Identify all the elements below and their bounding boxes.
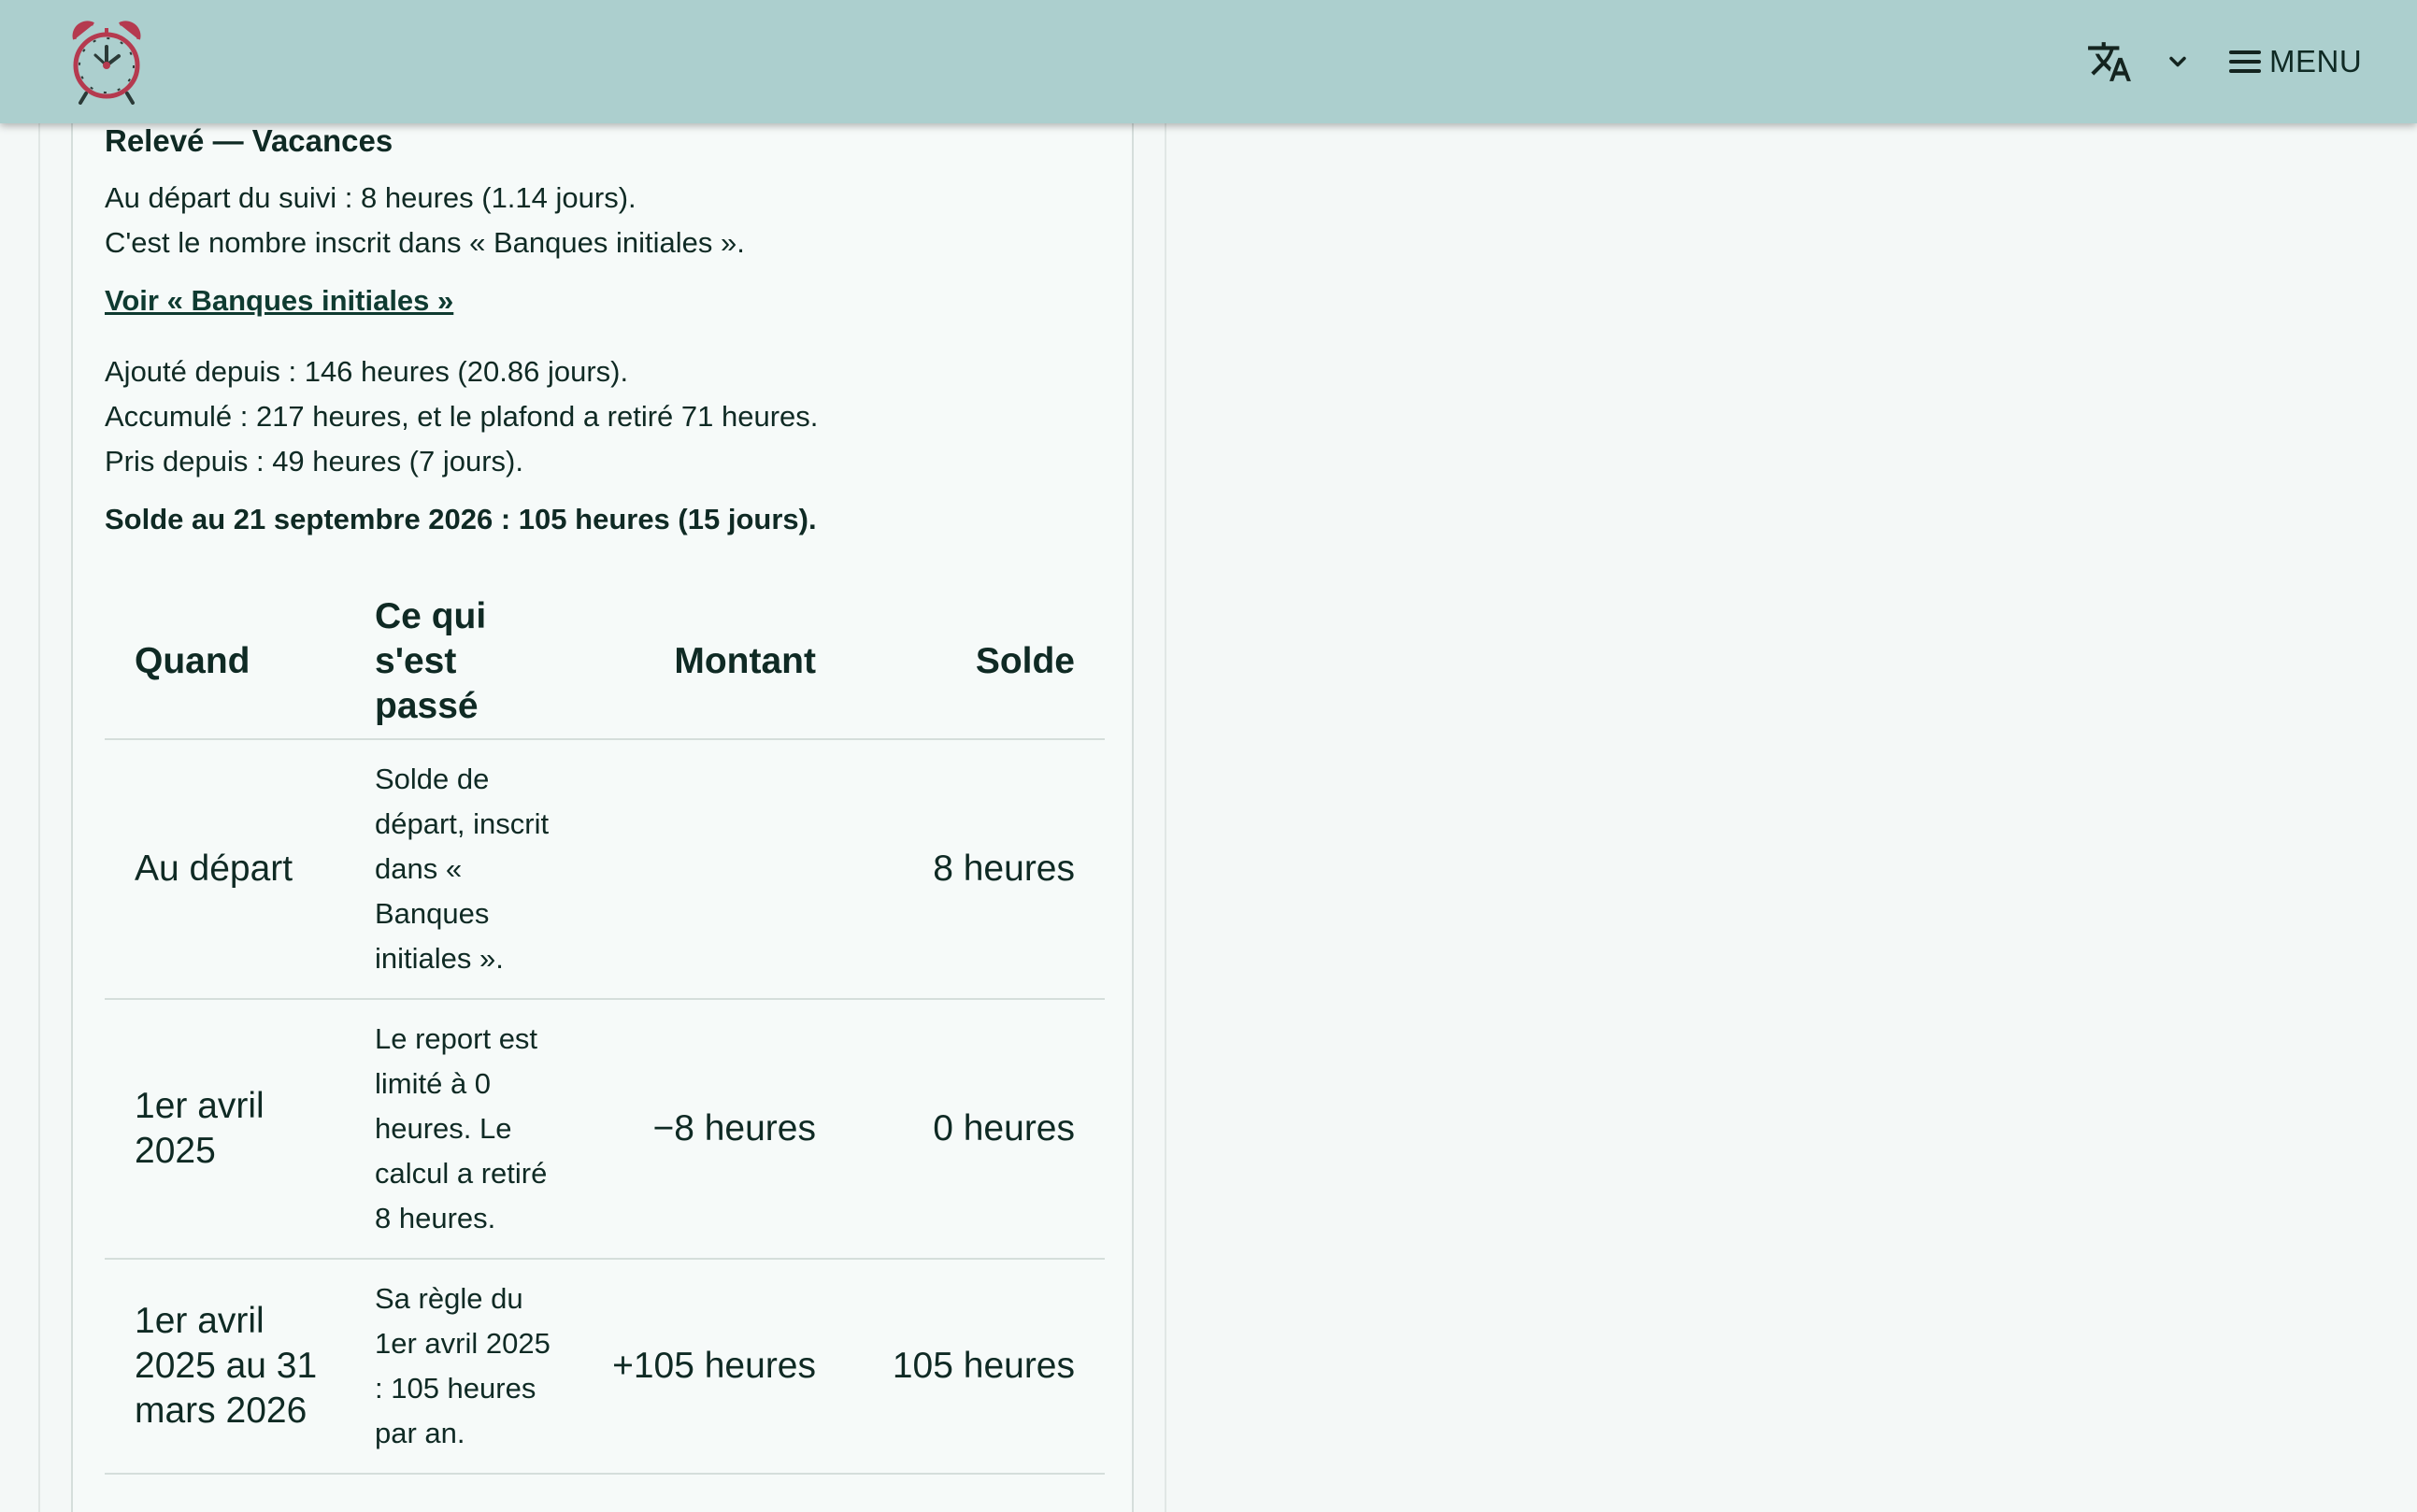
- menu-label: MENU: [2269, 44, 2363, 78]
- table-row: 1er avril 2025 au 31 mars 2026 Sa règle …: [105, 1259, 1105, 1475]
- table-header-row: Quand Ce qui s'est passé Montant Solde: [105, 576, 1105, 740]
- cell-amount: −8 heures: [551, 999, 846, 1260]
- table-row: 1er avril 2025 Le report est limité à 0 …: [105, 999, 1105, 1260]
- cell-when: 1er avril 2025: [105, 999, 375, 1260]
- cell-balance: 8 heures: [846, 739, 1105, 1000]
- start-line: Au départ du suivi : 8 heures (1.14 jour…: [105, 181, 636, 214]
- column-header-balance: Solde: [846, 576, 1105, 740]
- cell-amount: +105 heures: [551, 1259, 846, 1475]
- cell-what: Le report est limité à 0 heures. Le calc…: [375, 999, 551, 1260]
- alarm-clock-icon: [72, 21, 141, 105]
- translate-icon: [2088, 42, 2131, 81]
- cell-amount: [551, 739, 846, 1000]
- ledger-table: Quand Ce qui s'est passé Montant Solde A…: [105, 576, 1105, 1475]
- report-title: Relevé — Vacances: [105, 123, 393, 158]
- hamburger-icon: [2229, 50, 2261, 73]
- column-header-what: Ce qui s'est passé: [375, 576, 551, 740]
- taken-line: Pris depuis : 49 heures (7 jours).: [105, 445, 523, 478]
- cell-what: Sa règle du 1er avril 2025 : 105 heures …: [375, 1259, 551, 1475]
- side-panel: [1165, 0, 2417, 1512]
- cell-what: Solde de départ, inscrit dans « Banques …: [375, 739, 551, 1000]
- accumulated-line: Accumulé : 217 heures, et le plafond a r…: [105, 400, 819, 433]
- added-line: Ajouté depuis : 146 heures (20.86 jours)…: [105, 355, 629, 388]
- menu-button[interactable]: MENU: [2226, 36, 2362, 88]
- table-row: Au départ Solde de départ, inscrit dans …: [105, 739, 1105, 1000]
- home-logo-link[interactable]: [69, 19, 144, 105]
- top-bar: MENU: [0, 0, 2417, 123]
- cell-when: 1er avril 2025 au 31 mars 2026: [105, 1259, 375, 1475]
- column-header-amount: Montant: [551, 576, 846, 740]
- balance-summary: Solde au 21 septembre 2026 : 105 heures …: [105, 503, 817, 535]
- column-header-when: Quand: [105, 576, 375, 740]
- cell-when: Au départ: [105, 739, 375, 1000]
- chevron-down-icon: [2169, 56, 2186, 67]
- start-note: C'est le nombre inscrit dans « Banques i…: [105, 226, 745, 259]
- initial-banks-link[interactable]: Voir « Banques initiales »: [105, 278, 453, 323]
- left-gutter: [0, 0, 40, 1512]
- report-content: Relevé — Vacances Au départ du suivi : 8…: [105, 120, 1105, 1475]
- language-selector[interactable]: [2086, 36, 2191, 88]
- report-card: Relevé — Vacances Au départ du suivi : 8…: [71, 93, 1134, 1512]
- cell-balance: 105 heures: [846, 1259, 1105, 1475]
- cell-balance: 0 heures: [846, 999, 1105, 1260]
